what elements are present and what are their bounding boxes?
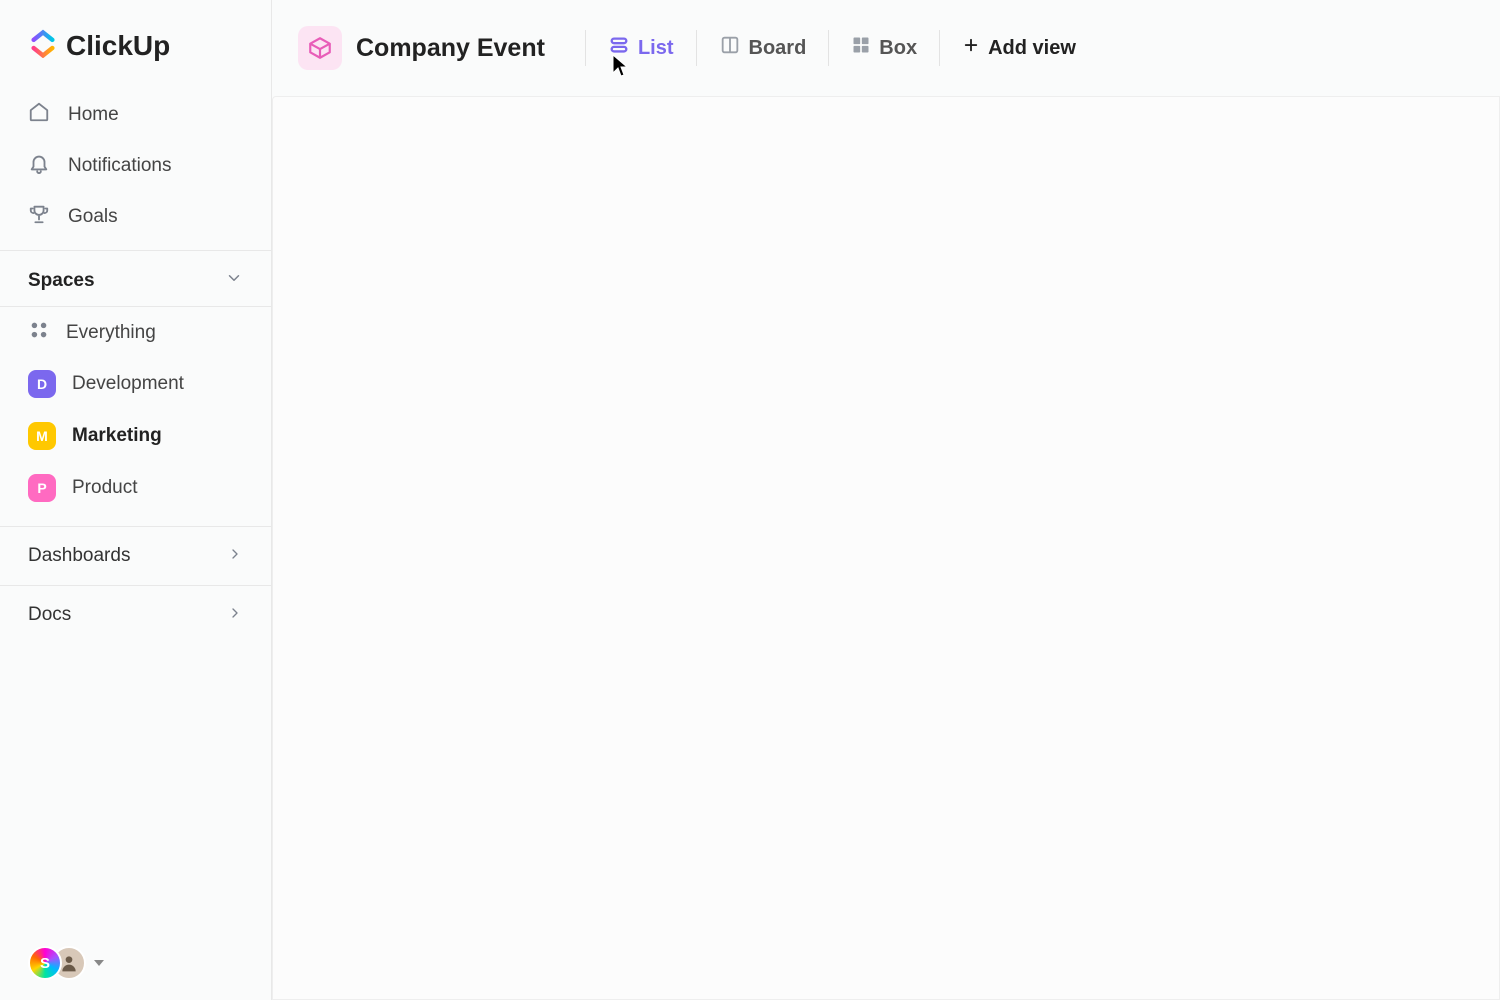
list-icon [608, 34, 630, 62]
project-title: Company Event [356, 34, 545, 63]
chevron-right-icon [227, 546, 243, 567]
project-chip[interactable]: Company Event [298, 26, 567, 70]
dashboards-label: Dashboards [28, 545, 130, 567]
sidebar-item-home[interactable]: Home [0, 89, 271, 140]
plus-icon [962, 36, 980, 60]
workspace-avatar-icon: S [28, 946, 62, 980]
space-badge-icon: D [28, 370, 56, 398]
content-canvas [272, 96, 1500, 1000]
sidebar-space-everything[interactable]: Everything [0, 307, 271, 358]
clickup-logo-icon [28, 28, 58, 63]
board-icon [719, 34, 741, 62]
divider [585, 30, 586, 66]
sidebar-space-product[interactable]: P Product [0, 462, 271, 514]
sidebar-item-label: Notifications [68, 155, 172, 177]
trophy-icon [28, 203, 50, 230]
avatar-stack: S [28, 946, 86, 980]
tab-list[interactable]: List [604, 28, 678, 68]
sidebar-item-notifications[interactable]: Notifications [0, 140, 271, 191]
divider [939, 30, 940, 66]
brand-text: ClickUp [66, 30, 170, 62]
docs-label: Docs [28, 604, 71, 626]
topbar: Company Event List Board Box [272, 0, 1500, 96]
space-badge-icon: M [28, 422, 56, 450]
caret-down-icon [94, 960, 104, 966]
space-badge-icon: P [28, 474, 56, 502]
add-view-label: Add view [988, 37, 1076, 60]
project-icon [298, 26, 342, 70]
tab-board[interactable]: Board [715, 28, 811, 68]
sidebar-section-docs[interactable]: Docs [0, 585, 271, 644]
space-label: Product [72, 477, 137, 499]
sidebar-section-dashboards[interactable]: Dashboards [0, 526, 271, 585]
main: Company Event List Board Box [272, 0, 1500, 1000]
sidebar-item-label: Goals [68, 206, 118, 228]
workspace-switcher[interactable]: S [28, 946, 104, 980]
space-label: Development [72, 373, 184, 395]
box-grid-icon [851, 35, 871, 61]
space-label: Everything [66, 322, 156, 344]
chevron-down-icon [225, 269, 243, 292]
tab-box[interactable]: Box [847, 29, 921, 67]
grid-dots-icon [28, 319, 50, 346]
bell-icon [28, 152, 50, 179]
tab-label: Box [879, 37, 917, 60]
sidebar-item-goals[interactable]: Goals [0, 191, 271, 242]
tab-label: List [638, 37, 674, 60]
chevron-right-icon [227, 605, 243, 626]
divider [696, 30, 697, 66]
spaces-header-label: Spaces [28, 270, 95, 292]
sidebar: ClickUp Home Notifications Goals Spaces [0, 0, 272, 1000]
sidebar-space-marketing[interactable]: M Marketing [0, 410, 271, 462]
home-icon [28, 101, 50, 128]
sidebar-space-development[interactable]: D Development [0, 358, 271, 410]
sidebar-item-label: Home [68, 104, 119, 126]
tab-label: Board [749, 37, 807, 60]
primary-nav: Home Notifications Goals [0, 89, 271, 250]
divider [828, 30, 829, 66]
brand-logo[interactable]: ClickUp [0, 20, 271, 89]
add-view-button[interactable]: Add view [958, 30, 1080, 66]
spaces-header[interactable]: Spaces [0, 250, 271, 307]
space-label: Marketing [72, 425, 162, 447]
